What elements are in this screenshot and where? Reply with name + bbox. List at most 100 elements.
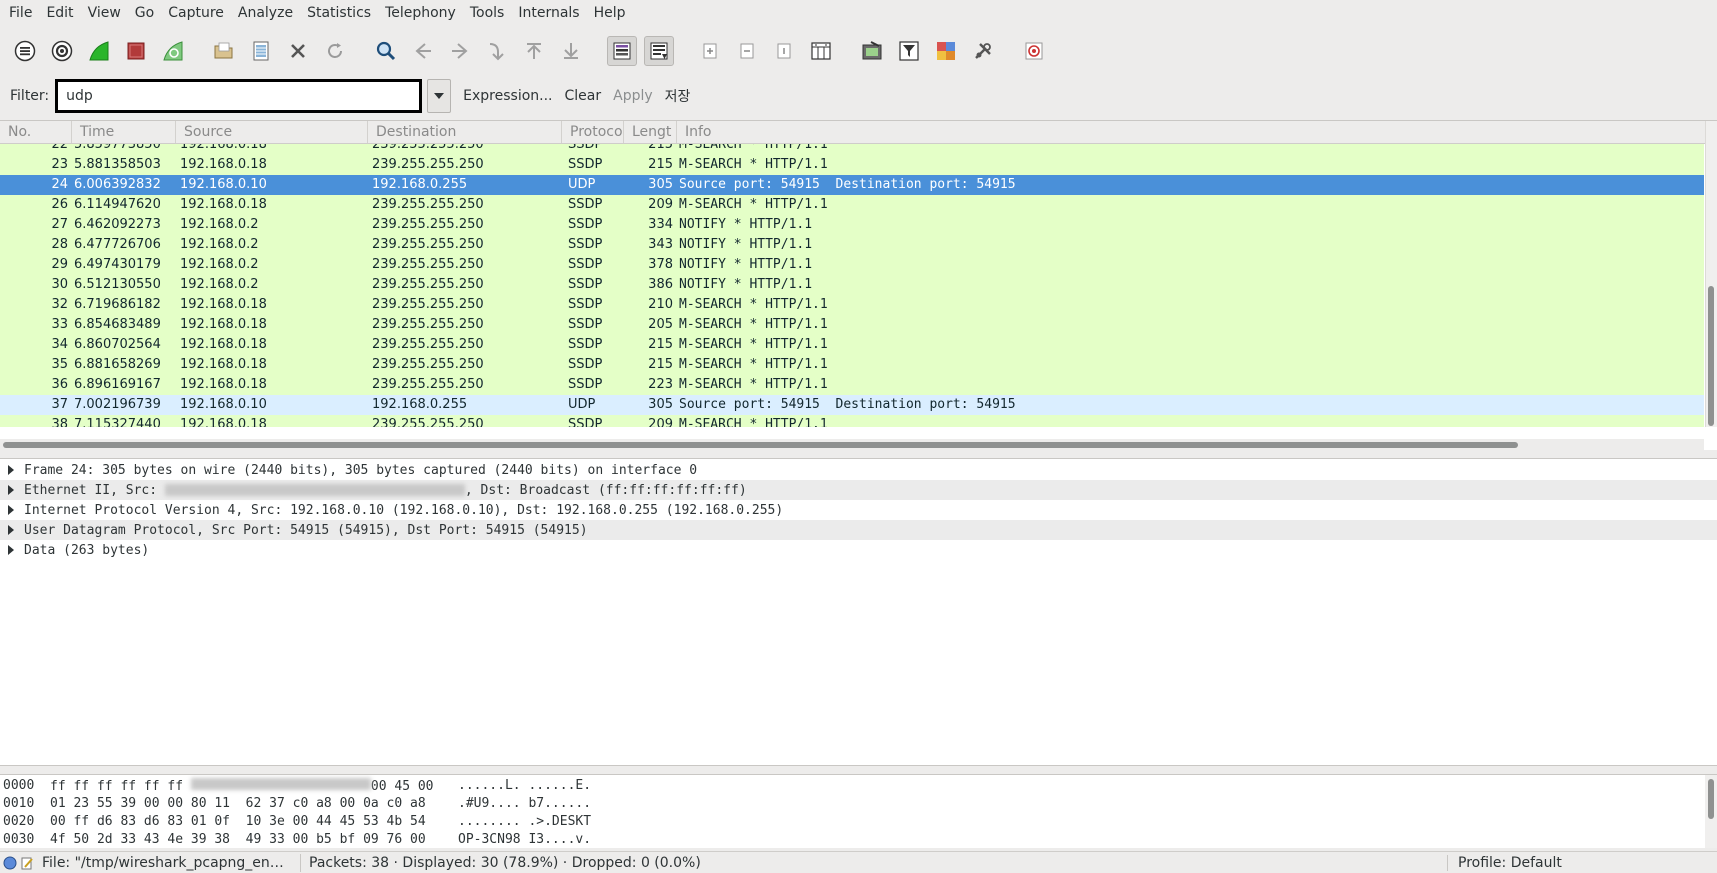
column-header-time[interactable]: Time	[72, 121, 176, 143]
table-row[interactable]: 28 6.477726706 192.168.0.2 239.255.255.250 S…	[0, 235, 1704, 255]
packet-cell-len: 386	[648, 277, 673, 292]
clear-button[interactable]: Clear	[565, 88, 602, 104]
display-filters-icon[interactable]	[894, 36, 924, 66]
autoscroll-icon[interactable]	[644, 36, 674, 66]
status-profile[interactable]: Profile: Default	[1447, 854, 1717, 871]
detail-row-ethernet[interactable]: Ethernet II, Src: , Dst: Broadcast (ff:f…	[0, 480, 1717, 500]
open-file-icon[interactable]	[209, 36, 239, 66]
detail-row-frame[interactable]: Frame 24: 305 bytes on wire (2440 bits),…	[0, 460, 1717, 480]
detail-ip-text: Internet Protocol Version 4, Src: 192.16…	[24, 502, 784, 518]
table-row[interactable]: 27 6.462092273 192.168.0.2 239.255.255.250 S…	[0, 215, 1704, 235]
reload-icon[interactable]	[320, 36, 350, 66]
packet-cell-len: 209	[648, 197, 673, 212]
help-icon[interactable]	[1019, 36, 1049, 66]
options-icon[interactable]	[47, 36, 77, 66]
table-row[interactable]: 37 7.002196739 192.168.0.10 192.168.0.255 UD…	[0, 395, 1704, 415]
close-file-icon[interactable]	[283, 36, 313, 66]
menu-tools[interactable]: Tools	[463, 0, 512, 27]
menu-telephony[interactable]: Telephony	[378, 0, 463, 27]
table-row[interactable]: 30 6.512130550 192.168.0.2 239.255.255.250 S…	[0, 275, 1704, 295]
expand-arrow-icon[interactable]	[8, 525, 14, 535]
column-header-destination[interactable]: Destination	[368, 121, 562, 143]
preferences-icon[interactable]	[968, 36, 998, 66]
table-row[interactable]: 38 7.115327440 192.168.0.18 239.255.255.250…	[0, 415, 1704, 427]
packet-list-pane: No. Time Source Destination Protoco Leng…	[0, 120, 1717, 451]
column-header-source[interactable]: Source	[176, 121, 368, 143]
menu-capture[interactable]: Capture	[161, 0, 231, 27]
hex-vscroll-thumb[interactable]	[1708, 779, 1714, 819]
packet-cell-time: 6.860702564	[74, 337, 161, 352]
zoom-out-icon[interactable]	[732, 36, 762, 66]
table-row[interactable]: 23 5.881358503 192.168.0.18 239.255.255.250…	[0, 155, 1704, 175]
coloring-rules-icon[interactable]	[931, 36, 961, 66]
packet-list-hscroll-thumb[interactable]	[3, 442, 1518, 448]
colorize-icon[interactable]	[607, 36, 637, 66]
first-packet-icon[interactable]	[519, 36, 549, 66]
expression-button[interactable]: Expression...	[463, 88, 552, 104]
menu-analyze[interactable]: Analyze	[231, 0, 300, 27]
column-header-length[interactable]: Lengt	[624, 121, 677, 143]
packet-cell-time: 6.512130550	[74, 277, 161, 292]
table-row[interactable]: 35 6.881658269 192.168.0.18 239.255.255.250…	[0, 355, 1704, 375]
last-packet-icon[interactable]	[556, 36, 586, 66]
detail-row-udp[interactable]: User Datagram Protocol, Src Port: 54915 …	[0, 520, 1717, 540]
start-capture-icon[interactable]	[84, 36, 114, 66]
menu-internals[interactable]: Internals	[511, 0, 586, 27]
packet-cell-len: 305	[648, 397, 673, 412]
packet-cell-info: NOTIFY * HTTP/1.1	[679, 237, 813, 252]
packet-cell-proto: SSDP	[568, 157, 603, 172]
menu-statistics[interactable]: Statistics	[300, 0, 378, 27]
table-row[interactable]: 33 6.854683489 192.168.0.18 239.255.255.250…	[0, 315, 1704, 335]
column-header-protocol[interactable]: Protoco	[562, 121, 624, 143]
detail-row-ip[interactable]: Internet Protocol Version 4, Src: 192.16…	[0, 500, 1717, 520]
packet-list-vscrollbar[interactable]	[1705, 121, 1717, 427]
save-filter-button[interactable]: 저장	[665, 86, 691, 106]
go-to-packet-icon[interactable]	[482, 36, 512, 66]
expand-arrow-icon[interactable]	[8, 505, 14, 515]
menu-file[interactable]: File	[2, 0, 39, 27]
expand-arrow-icon[interactable]	[8, 465, 14, 475]
column-header-no[interactable]: No.	[0, 121, 72, 143]
table-row[interactable]: 36 6.896169167 192.168.0.18 239.255.255.250…	[0, 375, 1704, 395]
packet-cell-dst: 239.255.255.250	[372, 197, 484, 212]
packet-cell-proto: SSDP	[568, 337, 603, 352]
table-row[interactable]: 34 6.860702564 192.168.0.18 239.255.255.250…	[0, 335, 1704, 355]
packet-rows: 22 5.859773850 192.168.0.18 239.255.255.250…	[0, 144, 1704, 427]
packet-cell-info: M-SEARCH * HTTP/1.1	[679, 337, 828, 352]
packet-cell-no: 30	[51, 277, 68, 292]
expand-arrow-icon[interactable]	[8, 485, 14, 495]
go-back-icon[interactable]	[408, 36, 438, 66]
go-forward-icon[interactable]	[445, 36, 475, 66]
hex-vscrollbar[interactable]	[1705, 775, 1717, 848]
packet-list-vscroll-thumb[interactable]	[1708, 286, 1714, 426]
table-row[interactable]: 22 5.859773850 192.168.0.18 239.255.255.250…	[0, 144, 1704, 155]
menu-help[interactable]: Help	[587, 0, 633, 27]
table-row[interactable]: 32 6.719686182 192.168.0.18 239.255.255.250…	[0, 295, 1704, 315]
save-file-icon[interactable]	[246, 36, 276, 66]
apply-button[interactable]: Apply	[613, 88, 653, 104]
menu-edit[interactable]: Edit	[39, 0, 80, 27]
zoom-in-icon[interactable]	[695, 36, 725, 66]
packet-cell-time: 6.719686182	[74, 297, 161, 312]
menu-view[interactable]: View	[81, 0, 128, 27]
expand-arrow-icon[interactable]	[8, 545, 14, 555]
expert-info-icon[interactable]	[3, 856, 17, 870]
menu-go[interactable]: Go	[128, 0, 161, 27]
table-row-selected[interactable]: 24 6.006392832 192.168.0.10 192.168.0.255 UD…	[0, 175, 1704, 195]
capture-filters-icon[interactable]	[857, 36, 887, 66]
normal-size-icon[interactable]	[769, 36, 799, 66]
filter-input[interactable]: udp	[55, 79, 423, 113]
capture-comments-icon[interactable]	[20, 856, 34, 870]
stop-capture-icon[interactable]	[121, 36, 151, 66]
table-row[interactable]: 29 6.497430179 192.168.0.2 239.255.255.250 S…	[0, 255, 1704, 275]
column-header-info[interactable]: Info	[677, 121, 1717, 143]
restart-capture-icon[interactable]	[158, 36, 188, 66]
filter-history-dropdown[interactable]	[427, 79, 452, 113]
packet-cell-time: 6.006392832	[74, 177, 161, 192]
find-packet-icon[interactable]	[371, 36, 401, 66]
resize-columns-icon[interactable]	[806, 36, 836, 66]
detail-row-data[interactable]: Data (263 bytes)	[0, 540, 1717, 560]
interfaces-icon[interactable]	[10, 36, 40, 66]
table-row[interactable]: 26 6.114947620 192.168.0.18 239.255.255.250…	[0, 195, 1704, 215]
packet-list-hscrollbar[interactable]	[0, 439, 1704, 451]
